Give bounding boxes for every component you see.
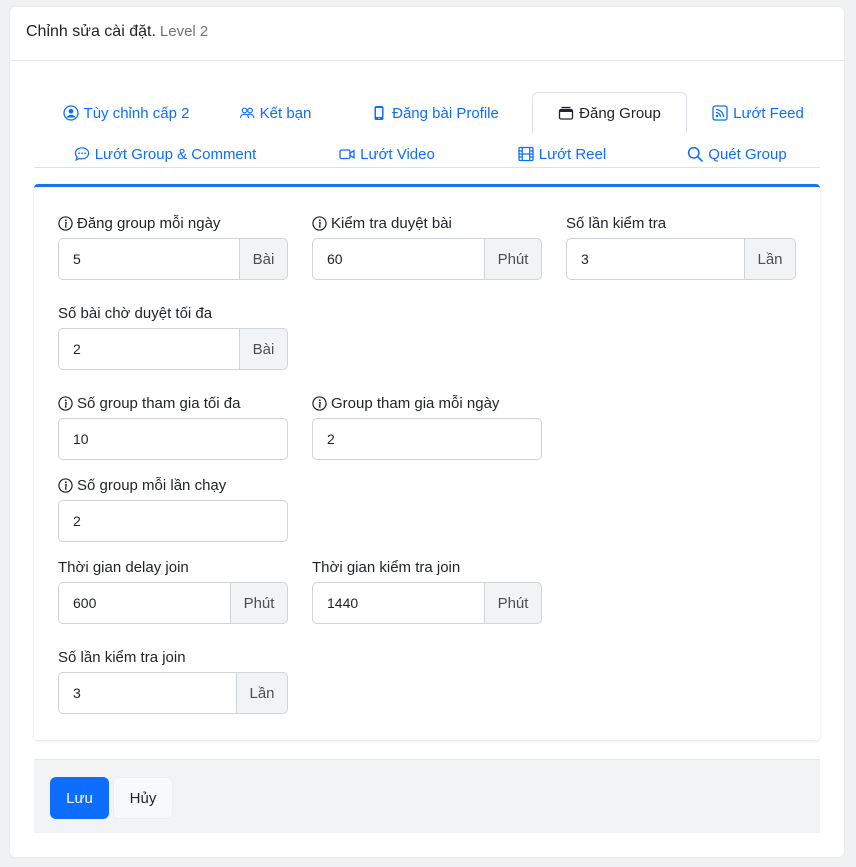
tab-label: Đăng bài Profile	[392, 104, 499, 122]
field-label: Đăng group mỗi ngày	[77, 214, 221, 232]
join-check-count-input[interactable]	[58, 672, 237, 714]
unit-addon: Lần	[237, 672, 288, 714]
field-label: Thời gian delay join	[58, 558, 189, 576]
tab-label: Lướt Group & Comment	[94, 145, 257, 163]
field-check-approval: Kiểm tra duyệt bài Phút	[312, 212, 542, 280]
rss-icon	[712, 105, 728, 121]
level-label: Level 2	[159, 23, 209, 40]
tab-label: Tùy chỉnh cấp 2	[83, 104, 190, 122]
groups-join-per-day-input[interactable]	[312, 418, 542, 460]
tab-label: Quét Group	[708, 145, 787, 163]
settings-tabs: Tùy chỉnh cấp 2 Kết bạn Đăng bài Profile…	[34, 85, 820, 168]
unit-addon: Phút	[231, 582, 288, 624]
join-delay-input[interactable]	[58, 582, 231, 624]
tab-post-profile[interactable]: Đăng bài Profile	[364, 93, 506, 133]
check-count-input[interactable]	[566, 238, 745, 280]
field-max-groups-join: Số group tham gia tối đa	[58, 392, 288, 460]
field-join-check-time: Thời gian kiểm tra join Phút	[312, 556, 542, 624]
tab-label: Lướt Reel	[538, 145, 607, 163]
page-title: Chỉnh sửa cài đặt.	[26, 23, 156, 40]
unit-addon: Lần	[745, 238, 796, 280]
info-icon[interactable]	[58, 477, 73, 493]
tab-browse-video[interactable]: Lướt Video	[337, 134, 437, 174]
cancel-button[interactable]: Hủy	[113, 777, 173, 819]
field-label: Số lần kiểm tra	[566, 214, 667, 232]
field-join-delay: Thời gian delay join Phút	[58, 556, 288, 624]
tab-browse-feed[interactable]: Lướt Feed	[712, 93, 804, 133]
field-post-group-per-day: Đăng group mỗi ngày Bài	[58, 212, 288, 280]
film-icon	[518, 146, 534, 162]
user-circle-icon	[62, 105, 79, 121]
groups-per-run-input[interactable]	[58, 500, 288, 542]
field-groups-per-run: Số group mỗi lần chạy	[58, 474, 288, 542]
check-approval-input[interactable]	[312, 238, 485, 280]
field-join-check-count: Số lần kiểm tra join Lần	[58, 646, 288, 714]
tab-browse-reel[interactable]: Lướt Reel	[516, 134, 608, 174]
chat-dots-icon	[74, 147, 89, 162]
unit-addon: Phút	[485, 582, 542, 624]
people-icon	[239, 107, 255, 119]
field-label: Số lần kiểm tra join	[58, 648, 186, 666]
max-groups-join-input[interactable]	[58, 418, 288, 460]
field-label: Số group mỗi lần chạy	[77, 476, 227, 494]
card-footer: Lưu Hủy	[34, 759, 820, 833]
tab-post-group[interactable]: Đăng Group	[532, 92, 687, 134]
camera-video-icon	[339, 149, 355, 160]
tab-custom-level-2[interactable]: Tùy chỉnh cấp 2	[57, 93, 195, 133]
info-icon[interactable]	[58, 395, 73, 411]
unit-addon: Bài	[240, 238, 288, 280]
tab-label: Kết bạn	[259, 104, 312, 122]
unit-addon: Phút	[485, 238, 542, 280]
tab-label: Đăng Group	[579, 104, 661, 122]
field-label: Group tham gia mỗi ngày	[331, 394, 500, 412]
unit-addon: Bài	[240, 328, 288, 370]
settings-card: Chỉnh sửa cài đặt. Level 2 Tùy chỉnh cấp …	[10, 7, 844, 857]
settings-panel: Đăng group mỗi ngày Bài Kiểm tra duyệt b…	[34, 184, 820, 740]
info-icon[interactable]	[312, 215, 327, 231]
search-icon	[688, 146, 704, 162]
tab-label: Lướt Video	[360, 145, 435, 163]
max-pending-posts-input[interactable]	[58, 328, 240, 370]
field-label: Số bài chờ duyệt tối đa	[58, 304, 213, 322]
field-label: Thời gian kiểm tra join	[312, 558, 461, 576]
save-button[interactable]: Lưu	[50, 777, 109, 819]
tab-scan-group[interactable]: Quét Group	[684, 134, 790, 174]
field-label: Kiểm tra duyệt bài	[331, 214, 452, 232]
tab-add-friends[interactable]: Kết bạn	[234, 93, 316, 133]
join-check-time-input[interactable]	[312, 582, 485, 624]
post-group-per-day-input[interactable]	[58, 238, 240, 280]
phone-icon	[374, 106, 384, 120]
field-check-count: Số lần kiểm tra Lần	[566, 212, 796, 280]
card-header: Chỉnh sửa cài đặt. Level 2	[10, 7, 844, 61]
tab-browse-group-comment[interactable]: Lướt Group & Comment	[72, 134, 258, 174]
info-icon[interactable]	[312, 395, 327, 411]
tab-label: Lướt Feed	[733, 104, 804, 122]
field-label: Số group tham gia tối đa	[77, 394, 241, 412]
field-max-pending-posts: Số bài chờ duyệt tối đa Bài	[58, 302, 288, 370]
field-groups-join-per-day: Group tham gia mỗi ngày	[312, 392, 542, 460]
info-icon[interactable]	[58, 215, 73, 231]
window-stack-icon	[558, 106, 574, 120]
